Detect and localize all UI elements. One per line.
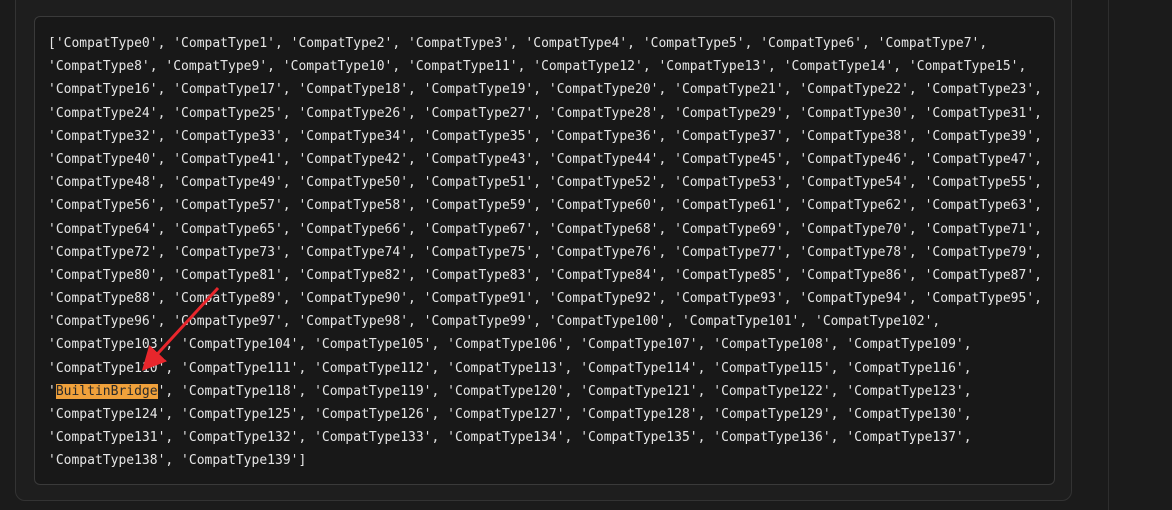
output-line: 'CompatType8', 'CompatType9', 'CompatTyp… bbox=[48, 59, 1027, 75]
output-line: 'CompatType16', 'CompatType17', 'CompatT… bbox=[48, 82, 1042, 98]
output-line: 'CompatType56', 'CompatType57', 'CompatT… bbox=[48, 198, 1042, 214]
output-line: 'CompatType110', 'CompatType111', 'Compa… bbox=[48, 360, 972, 376]
highlighted-item: BuiltinBridge bbox=[55, 383, 158, 399]
notebook-page: ['CompatType0', 'CompatType1', 'CompatTy… bbox=[0, 0, 1172, 510]
output-line: 'CompatType96', 'CompatType97', 'CompatT… bbox=[48, 314, 941, 330]
output-line: 'CompatType40', 'CompatType41', 'CompatT… bbox=[48, 151, 1042, 167]
output-line: 'CompatType48', 'CompatType49', 'CompatT… bbox=[48, 175, 1042, 191]
output-text: ['CompatType0', 'CompatType1', 'CompatTy… bbox=[48, 32, 1042, 473]
output-line: 'CompatType103', 'CompatType104', 'Compa… bbox=[48, 337, 972, 353]
output-line: 'CompatType72', 'CompatType73', 'CompatT… bbox=[48, 244, 1042, 260]
output-line: 'CompatType131', 'CompatType132', 'Compa… bbox=[48, 430, 972, 446]
output-area: ['CompatType0', 'CompatType1', 'CompatTy… bbox=[34, 16, 1055, 485]
output-line: 'CompatType64', 'CompatType65', 'CompatT… bbox=[48, 221, 1042, 237]
side-divider bbox=[1108, 0, 1109, 510]
output-line: ['CompatType0', 'CompatType1', 'CompatTy… bbox=[48, 36, 988, 51]
output-line: 'CompatType80', 'CompatType81', 'CompatT… bbox=[48, 267, 1042, 283]
output-line: 'CompatType24', 'CompatType25', 'CompatT… bbox=[48, 105, 1042, 121]
output-line: 'CompatType138', 'CompatType139'] bbox=[48, 453, 307, 469]
output-line: 'CompatType124', 'CompatType125', 'Compa… bbox=[48, 407, 972, 422]
output-line: 'BuiltinBridge', 'CompatType118', 'Compa… bbox=[48, 383, 972, 399]
output-line: 'CompatType88', 'CompatType89', 'CompatT… bbox=[48, 291, 1042, 307]
output-line: 'CompatType32', 'CompatType33', 'CompatT… bbox=[48, 128, 1042, 144]
